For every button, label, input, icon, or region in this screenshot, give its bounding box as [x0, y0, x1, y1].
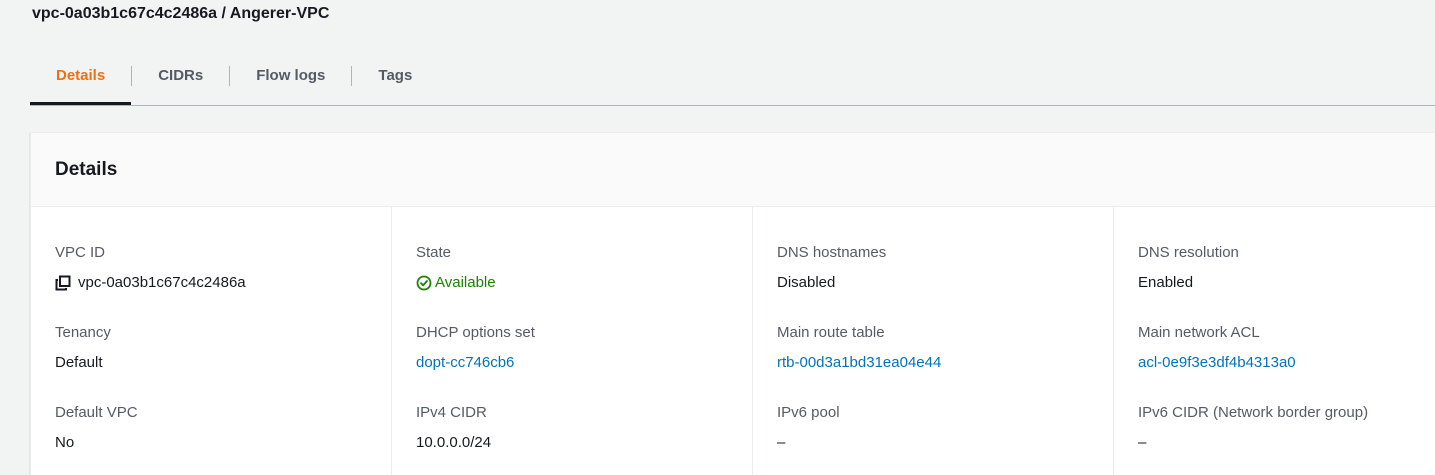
field-value: 10.0.0.0/24	[416, 434, 492, 451]
field-label: State	[416, 244, 452, 261]
field-label: IPv4 CIDR	[416, 404, 487, 421]
main-route-table-link[interactable]: rtb-00d3a1bd31ea04e44	[777, 353, 941, 373]
details-column-4: DNS resolution Enabled Main network ACL …	[1113, 207, 1435, 475]
field-state: State Available	[416, 243, 496, 293]
panel-header: Details	[31, 133, 1435, 207]
field-value: –	[777, 434, 786, 451]
tab-details-label: Details	[56, 67, 106, 84]
tab-tags-label: Tags	[351, 66, 438, 86]
field-value: Default	[55, 354, 103, 371]
field-dns-resolution: DNS resolution Enabled	[1138, 243, 1239, 293]
field-label: DHCP options set	[416, 324, 535, 341]
field-label: VPC ID	[55, 244, 106, 261]
tab-cidrs[interactable]: CIDRs	[131, 48, 229, 104]
tab-tags[interactable]: Tags	[351, 48, 438, 104]
field-ipv6-pool: IPv6 pool –	[777, 403, 840, 453]
vpc-id-value: vpc-0a03b1c67c4c2486a	[78, 274, 246, 291]
field-value: Enabled	[1138, 274, 1194, 291]
field-label: IPv6 pool	[777, 404, 840, 421]
field-tenancy: Tenancy Default	[55, 323, 111, 373]
field-label: IPv6 CIDR (Network border group)	[1138, 404, 1369, 421]
details-panel: Details VPC ID vpc-0a03b1c67c4c2486a Ten…	[30, 132, 1435, 475]
field-main-network-acl: Main network ACL acl-0e9f3e3df4b4313a0	[1138, 323, 1296, 373]
field-label: Default VPC	[55, 404, 138, 421]
tab-cidrs-label: CIDRs	[131, 66, 229, 86]
tab-bar: Details CIDRs Flow logs Tags	[30, 48, 1435, 106]
field-label: Tenancy	[55, 324, 111, 341]
tab-flow-logs[interactable]: Flow logs	[229, 48, 351, 104]
field-ipv6-cidr: IPv6 CIDR (Network border group) –	[1138, 403, 1368, 453]
field-ipv4-cidr: IPv4 CIDR 10.0.0.0/24	[416, 403, 491, 453]
field-label: DNS resolution	[1138, 244, 1239, 261]
field-label: DNS hostnames	[777, 244, 887, 261]
field-value: –	[1138, 434, 1147, 451]
page-title: vpc-0a03b1c67c4c2486a / Angerer-VPC	[32, 5, 330, 22]
field-label: Main route table	[777, 324, 885, 341]
field-dns-hostnames: DNS hostnames Disabled	[777, 243, 886, 293]
field-value: vpc-0a03b1c67c4c2486a	[55, 273, 246, 293]
details-column-2: State Available DHCP options set dopt-cc…	[391, 207, 751, 475]
field-label: Main network ACL	[1138, 324, 1260, 341]
state-value: Available	[435, 274, 496, 291]
field-default-vpc: Default VPC No	[55, 403, 138, 453]
field-value: No	[55, 434, 75, 451]
tab-flow-logs-label: Flow logs	[229, 66, 351, 86]
details-column-1: VPC ID vpc-0a03b1c67c4c2486a Tenancy Def…	[31, 207, 391, 475]
tab-details[interactable]: Details	[30, 48, 132, 105]
details-grid: VPC ID vpc-0a03b1c67c4c2486a Tenancy Def…	[31, 207, 1435, 475]
check-circle-icon	[416, 275, 432, 291]
vpc-details-page: vpc-0a03b1c67c4c2486a / Angerer-VPC Deta…	[0, 0, 1435, 475]
field-main-route-table: Main route table rtb-00d3a1bd31ea04e44	[777, 323, 941, 373]
details-column-3: DNS hostnames Disabled Main route table …	[752, 207, 1112, 475]
field-value: Disabled	[777, 274, 836, 291]
copy-icon[interactable]	[55, 275, 71, 291]
status-badge: Available	[416, 273, 496, 293]
field-vpc-id: VPC ID vpc-0a03b1c67c4c2486a	[55, 243, 246, 293]
panel-title: Details	[55, 158, 118, 180]
main-network-acl-link[interactable]: acl-0e9f3e3df4b4313a0	[1138, 353, 1296, 373]
field-dhcp-options-set: DHCP options set dopt-cc746cb6	[416, 323, 535, 373]
dhcp-options-link[interactable]: dopt-cc746cb6	[416, 353, 535, 373]
